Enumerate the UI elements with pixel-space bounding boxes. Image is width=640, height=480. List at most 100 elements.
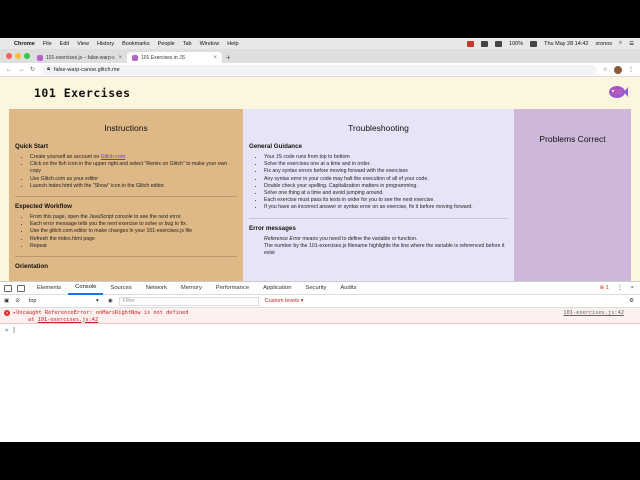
close-window-icon[interactable] — [6, 53, 12, 59]
profile-avatar[interactable] — [614, 65, 622, 74]
menu-history[interactable]: History — [97, 41, 114, 47]
forward-icon[interactable]: → — [18, 67, 24, 73]
status-icon[interactable] — [481, 40, 489, 47]
error-messages-body: Reference Error means you need to define… — [249, 236, 508, 258]
user-name[interactable]: xronos — [595, 41, 612, 47]
tab-audits[interactable]: Audits — [333, 282, 363, 295]
battery-icon[interactable] — [530, 40, 538, 47]
url-field[interactable]: 🔒︎ false-warp-canoe.glitch.me — [41, 64, 597, 75]
close-tab-icon[interactable]: × — [213, 55, 217, 61]
back-icon[interactable]: ← — [6, 67, 12, 73]
settings-gear-icon[interactable]: ⚙ — [629, 298, 634, 304]
close-tab-icon[interactable]: × — [118, 55, 122, 61]
eye-icon[interactable]: ◉ — [108, 298, 113, 304]
minimize-window-icon[interactable] — [15, 53, 21, 59]
list-item: Each error message tells you the next ex… — [30, 221, 237, 228]
browser-tab-exercises[interactable]: 101 Exercises in JS × — [127, 52, 222, 63]
tab-elements[interactable]: Elements — [30, 282, 68, 295]
url-text: false-warp-canoe.glitch.me — [53, 66, 120, 73]
menu-people[interactable]: People — [158, 41, 175, 47]
stack-prefix: at — [28, 316, 38, 323]
menu-file[interactable]: File — [43, 41, 52, 47]
levels-dropdown[interactable]: Custom levels ▾ — [265, 298, 304, 304]
prompt-symbol: > — [5, 327, 9, 334]
tab-performance[interactable]: Performance — [209, 282, 256, 295]
context-value: top — [28, 298, 37, 304]
glitch-favicon-icon — [37, 54, 43, 61]
list-item: Launch index.html with the "Show" icon i… — [30, 183, 237, 190]
tab-network[interactable]: Network — [139, 282, 174, 295]
devtools-menu-icon[interactable]: ⋮ — [617, 285, 623, 291]
menu-bookmarks[interactable]: Bookmarks — [122, 41, 150, 47]
list-item: Click on the fish icon in the upper righ… — [30, 161, 237, 175]
tab-security[interactable]: Security — [298, 282, 333, 295]
inspect-element-icon[interactable] — [4, 284, 12, 292]
lock-icon: 🔒︎ — [47, 66, 50, 72]
clear-console-icon[interactable]: ⊘ — [15, 298, 20, 304]
error-count: 1 — [605, 285, 609, 291]
list-item: Solve one thing at a time and avoid jump… — [264, 190, 508, 197]
divider — [15, 256, 237, 258]
tab-application[interactable]: Application — [256, 282, 298, 295]
maximize-window-icon[interactable] — [24, 53, 30, 59]
wifi-icon[interactable] — [495, 40, 503, 47]
context-selector[interactable]: top ▾ — [26, 298, 102, 304]
search-icon[interactable]: ⌕ — [619, 40, 622, 47]
record-icon[interactable] — [467, 40, 475, 47]
problems-heading: Problems Correct — [539, 134, 606, 144]
screen: Chrome File Edit View History Bookmarks … — [0, 38, 640, 442]
mac-menu-bar: Chrome File Edit View History Bookmarks … — [0, 38, 640, 49]
list-item: Create yourself an account on Glitch.com — [30, 154, 237, 161]
console-toolbar: ▣ ⊘ top ▾ ◉ Filter Custom levels ▾ ⚙ — [0, 295, 640, 308]
reload-icon[interactable]: ↻ — [30, 66, 35, 73]
console-error-row: ✕ ▸Uncaught ReferenceError: onMarsRightNo… — [0, 308, 640, 324]
close-devtools-icon[interactable]: × — [631, 285, 634, 291]
devtools-panel: Elements Console Sources Network Memory … — [0, 281, 640, 442]
menu-view[interactable]: View — [77, 41, 89, 47]
new-tab-icon[interactable]: + — [226, 53, 231, 62]
troubleshooting-heading: Troubleshooting — [348, 123, 409, 133]
glitch-fish-icon[interactable] — [608, 85, 628, 99]
browser-tab-editor[interactable]: 101-exercises.js – false-warp-c × — [32, 52, 127, 63]
menu-help[interactable]: Help — [227, 41, 238, 47]
list-item: If you have an incorrect answer or synta… — [264, 204, 508, 211]
errors-heading: Error messages — [249, 224, 296, 232]
dropdown-arrow-icon: ▾ — [96, 298, 99, 304]
menu-window[interactable]: Window — [200, 41, 220, 47]
menu-edit[interactable]: Edit — [60, 41, 69, 47]
quick-start-heading: Quick Start — [15, 143, 49, 150]
sidebar-toggle-icon[interactable]: ▣ — [4, 298, 9, 304]
tab-console[interactable]: Console — [68, 282, 104, 295]
list-item: Repeat — [30, 243, 237, 250]
browser-menu-icon[interactable]: ⋮ — [628, 66, 634, 73]
tab-memory[interactable]: Memory — [174, 282, 209, 295]
console-prompt[interactable]: > | — [0, 324, 640, 334]
list-item: Fix any syntax errors before moving forw… — [264, 168, 508, 175]
address-bar: ← → ↻ 🔒︎ false-warp-canoe.glitch.me ☆ ⋮ — [0, 63, 640, 77]
list-item: Use Glitch.com as your editor — [30, 176, 237, 183]
filter-input[interactable]: Filter — [118, 296, 259, 306]
list-item: Solve the exercises one at a time and in… — [264, 161, 508, 168]
workflow-heading: Expected Workflow — [15, 203, 72, 211]
error-source-link[interactable]: 101-exercises.js:42 — [563, 310, 624, 317]
list-item: Each exercise must pass its tests in ord… — [264, 197, 508, 204]
error-icon: ✕ — [4, 310, 10, 316]
glitch-link[interactable]: Glitch.com — [101, 154, 126, 160]
menu-tab[interactable]: Tab — [183, 41, 192, 47]
bookmark-star-icon[interactable]: ☆ — [603, 66, 608, 73]
filename-note: The number by the 101-exercises.js filen… — [264, 242, 505, 257]
divider — [249, 217, 508, 219]
text-caret: | — [12, 327, 16, 334]
menu-chrome[interactable]: Chrome — [14, 41, 35, 47]
menu-list-icon[interactable]: ☰ — [629, 41, 634, 47]
guidance-heading: General Guidance — [249, 143, 302, 150]
error-count-badge[interactable]: ⊗ 1 — [600, 285, 609, 291]
device-toolbar-icon[interactable] — [17, 284, 25, 292]
workflow-list: From this page, open the JavaScript cons… — [15, 214, 237, 250]
guidance-list: Your JS code runs from top to bottom Sol… — [249, 154, 508, 212]
error-stack-line: at 101-exercises.js:42 — [4, 317, 640, 324]
page-title: 101 Exercises — [34, 86, 131, 100]
stack-link[interactable]: 101-exercises.js:42 — [38, 317, 99, 323]
clock[interactable]: Thu May 28 14:42 — [544, 41, 588, 47]
tab-sources[interactable]: Sources — [103, 282, 138, 295]
